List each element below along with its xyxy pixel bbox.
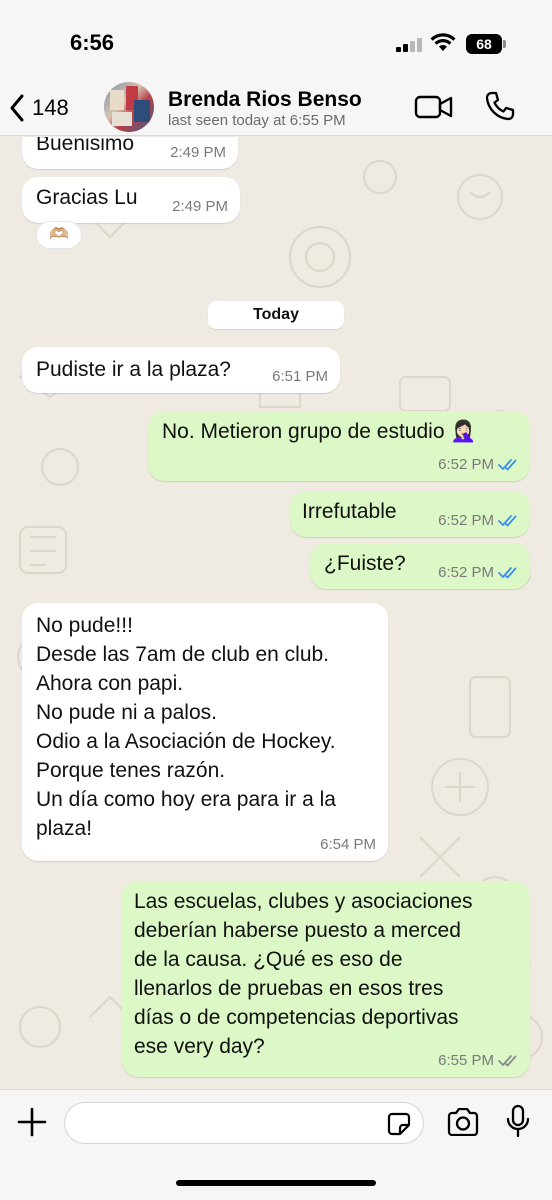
chat-header: 148 Brenda Rios Benso last seen today at… [0, 80, 552, 136]
message-time: 6:52 PM [438, 512, 518, 530]
phone-icon[interactable] [484, 90, 516, 122]
back-chevron-icon [10, 94, 24, 122]
cellular-signal-icon [396, 36, 426, 52]
wifi-icon [430, 33, 456, 51]
read-receipt-icon [498, 567, 517, 579]
status-time: 6:56 [70, 30, 115, 55]
message-reaction[interactable]: 🫶🏼 [36, 221, 82, 249]
message-outgoing[interactable]: Irrefutable 6:52 PM [290, 491, 530, 537]
message-time: 2:49 PM [172, 198, 228, 215]
message-incoming[interactable]: Pudiste ir a la plaza? 6:51 PM [22, 347, 340, 393]
day-separator: Today [208, 301, 344, 329]
message-time: 6:52 PM [438, 456, 518, 474]
message-time: 6:52 PM [438, 564, 518, 582]
message-input[interactable] [64, 1102, 424, 1144]
message-incoming[interactable]: No pude!!! Desde las 7am de club en club… [22, 603, 388, 861]
back-button[interactable]: 148 [8, 88, 69, 128]
contact-name[interactable]: Brenda Rios Benso [168, 88, 362, 112]
message-time: 6:54 PM [320, 836, 376, 853]
delivered-receipt-icon [498, 1055, 517, 1067]
last-seen-status: last seen today at 6:55 PM [168, 112, 346, 129]
message-text: No. Metieron grupo de estudio 🤦🏻‍♀️ [162, 420, 477, 443]
status-bar: 6:56 68 [0, 0, 552, 80]
message-incoming[interactable]: Buenisimo 2:49 PM [22, 137, 238, 169]
camera-icon[interactable] [446, 1108, 480, 1136]
read-receipt-icon [498, 459, 517, 471]
message-outgoing[interactable]: ¿Fuiste? 6:52 PM [310, 543, 530, 589]
unread-count: 148 [32, 95, 69, 120]
message-outgoing[interactable]: Las escuelas, clubes y asociaciones debe… [122, 881, 530, 1077]
message-incoming[interactable]: Gracias Lu 2:49 PM [22, 177, 240, 223]
video-call-icon[interactable] [414, 92, 454, 122]
message-time: 6:55 PM [438, 1052, 518, 1070]
mic-icon[interactable] [506, 1104, 530, 1138]
message-text: Las escuelas, clubes y asociaciones debe… [134, 890, 473, 1058]
home-indicator [176, 1180, 376, 1186]
plus-icon[interactable] [16, 1106, 48, 1138]
message-time: 6:51 PM [272, 368, 328, 385]
read-receipt-icon [498, 515, 517, 527]
message-outgoing[interactable]: No. Metieron grupo de estudio 🤦🏻‍♀️ 6:52… [148, 411, 530, 481]
sticker-icon[interactable] [387, 1112, 411, 1136]
message-time: 2:49 PM [170, 144, 226, 161]
battery-indicator: 68 [466, 34, 506, 54]
message-text: No pude!!! Desde las 7am de club en club… [36, 614, 336, 840]
chat-area[interactable]: Buenisimo 2:49 PM Gracias Lu 2:49 PM 🫶🏼 … [0, 137, 552, 1089]
avatar[interactable] [104, 82, 154, 132]
